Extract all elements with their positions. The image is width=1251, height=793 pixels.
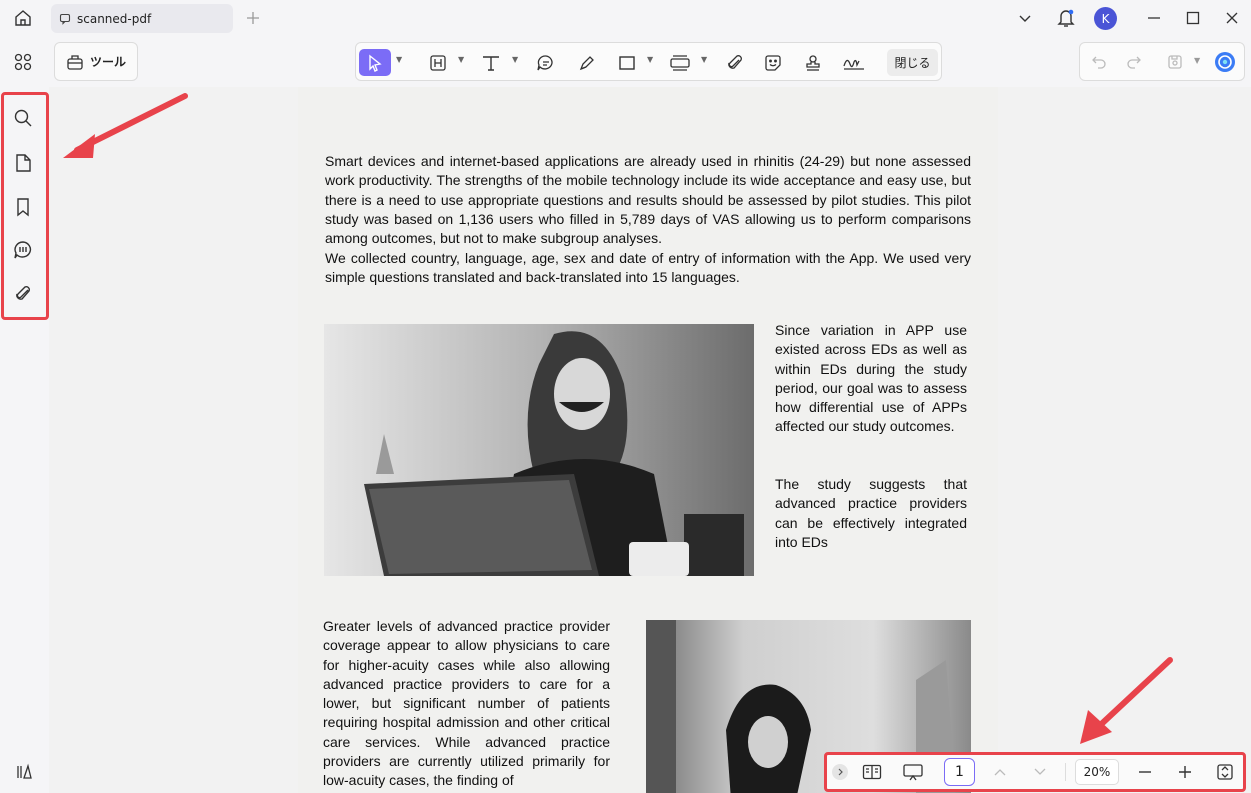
text-tool[interactable] [478,49,504,76]
paragraph-intro: Smart devices and internet-based applica… [325,153,971,247]
sticker-tool[interactable] [760,49,786,76]
stamp-icon [804,54,822,72]
redo-icon[interactable] [1123,52,1145,72]
page-number-input[interactable]: 1 [944,758,975,786]
comment-bubble-icon [536,54,556,72]
tools-label: ツール [89,55,126,69]
ai-assistant-icon[interactable] [1213,50,1237,74]
apps-grid-icon[interactable] [12,51,34,73]
shape-tool-caret-icon[interactable]: ▼ [647,55,653,64]
paragraph-coverage: Greater levels of advanced practice prov… [323,618,610,789]
signature-icon [842,54,866,72]
side-text-suggestion: The study suggests that advanced practic… [775,476,967,550]
sidebar-highlight-box [1,92,49,320]
bell-icon[interactable] [1055,6,1077,30]
comment-icon [59,13,71,25]
photo-woman-laptop [324,324,754,576]
select-tool-caret-icon[interactable]: ▼ [396,55,402,64]
shape-tool[interactable] [614,49,640,76]
previous-page-icon[interactable] [990,762,1010,782]
fit-page-icon[interactable] [1214,761,1236,783]
pen-icon [578,54,596,72]
arrow-annotation-sidebar [63,93,188,158]
comment-tool[interactable] [533,49,559,76]
highlight-tool-caret-icon[interactable]: ▼ [458,55,464,64]
minimize-icon[interactable] [1144,8,1164,28]
title-bar: scanned-pdf K [0,0,1251,37]
tab-title: scanned-pdf [77,11,152,26]
toolbox-icon [66,53,84,71]
chevron-down-icon[interactable] [1015,8,1035,28]
avatar[interactable]: K [1094,7,1117,30]
text-icon [481,54,501,72]
edit-toolbar: ▼ ▼ ▼ ▼ ▼ 閉じる [355,42,942,81]
sidebar-toggle-icon[interactable] [13,761,35,783]
save-icon[interactable] [1164,52,1186,72]
close-icon[interactable] [1222,8,1242,28]
page-navigation-bar: 1 20% [824,752,1246,792]
sticker-icon [764,54,782,72]
zoom-in-icon[interactable] [1175,762,1195,782]
stamp-tool[interactable] [800,49,826,76]
two-page-view-icon[interactable] [861,761,883,783]
stamp-bar-tool[interactable] [666,49,694,76]
presentation-icon[interactable] [901,761,925,783]
document-tab[interactable]: scanned-pdf [51,4,233,33]
arrow-annotation-bottom-bar [1080,657,1173,744]
highlight-tool[interactable] [426,49,450,76]
history-toolbar: ▼ [1079,42,1245,81]
form-field-icon [669,54,691,72]
signature-tool[interactable] [840,49,868,76]
cursor-icon [367,54,383,72]
save-caret-icon[interactable]: ▼ [1194,56,1200,65]
zoom-level-field[interactable]: 20% [1075,759,1119,785]
tools-button[interactable]: ツール [54,42,138,81]
maximize-icon[interactable] [1183,8,1203,28]
rectangle-icon [618,54,636,72]
close-edit-button[interactable]: 閉じる [887,49,938,76]
pdf-page[interactable]: Smart devices and internet-based applica… [298,87,998,793]
chevron-right-icon[interactable] [832,764,848,780]
attachment-tool[interactable] [722,49,748,76]
pen-tool[interactable] [574,49,600,76]
undo-icon[interactable] [1088,52,1110,72]
new-tab-plus-icon[interactable] [243,8,263,28]
text-tool-caret-icon[interactable]: ▼ [512,55,518,64]
divider [1065,763,1066,781]
side-text-variation: Since variation in APP use existed acros… [775,322,967,435]
zoom-out-icon[interactable] [1135,762,1155,782]
home-icon[interactable] [11,7,35,29]
heading-icon [429,54,447,72]
next-page-icon[interactable] [1030,762,1050,782]
paperclip-icon [726,54,744,72]
paragraph-methods: We collected country, language, age, sex… [325,250,971,286]
select-tool[interactable] [359,49,391,76]
form-tool-caret-icon[interactable]: ▼ [701,55,707,64]
